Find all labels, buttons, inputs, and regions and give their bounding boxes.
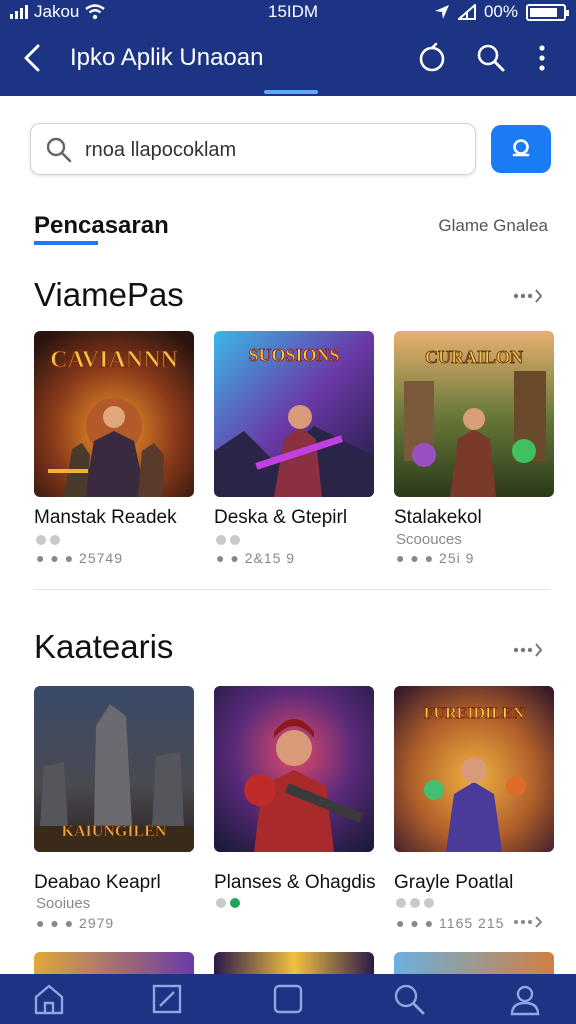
game-thumbnail[interactable]: CURAILON	[394, 331, 554, 497]
signal-icon	[10, 5, 28, 19]
page-title: Ipko Aplik Unaoan	[70, 44, 264, 71]
more-vert-icon[interactable]	[526, 40, 560, 76]
home-icon[interactable]	[32, 982, 66, 1016]
game-thumbnail[interactable]	[214, 686, 374, 852]
tab-link[interactable]: Glame Gnalea	[438, 216, 548, 236]
back-arrow-icon[interactable]	[18, 40, 48, 76]
search-icon[interactable]	[474, 40, 508, 76]
game-thumbnail[interactable]	[214, 952, 374, 976]
search-input[interactable]	[85, 132, 465, 168]
card-meta: ● ● 2&15 9	[216, 550, 296, 566]
search-icon[interactable]	[392, 982, 426, 1016]
more-arrow-icon[interactable]	[512, 640, 544, 660]
more-arrow-icon[interactable]	[512, 286, 544, 306]
thumbnail-title: CURAILON	[425, 347, 523, 367]
card-title[interactable]: Stalakekol	[394, 507, 482, 529]
location-icon	[434, 5, 449, 19]
game-thumbnail[interactable]	[394, 952, 554, 976]
game-thumbnail[interactable]: CAVIANNN	[34, 331, 194, 497]
game-thumbnail[interactable]: FUREIDILEN	[394, 686, 554, 852]
wifi-icon	[85, 4, 106, 20]
rating-dots	[396, 898, 434, 908]
tab-active[interactable]: Pencasaran	[34, 212, 169, 240]
game-thumbnail[interactable]: KAIUNGILEN	[34, 686, 194, 852]
card-title[interactable]: Deabao Keaprl	[34, 872, 161, 894]
card-title[interactable]: Manstak Readek	[34, 507, 177, 529]
card-title[interactable]: Deska & Gtepirl	[214, 507, 347, 529]
game-thumbnail[interactable]	[34, 952, 194, 976]
bottom-nav	[0, 974, 576, 1024]
section-title: ViamePas	[34, 276, 184, 313]
search-icon	[46, 137, 72, 163]
more-arrow-icon[interactable]	[512, 914, 544, 930]
battery-percent: 00%	[483, 2, 518, 21]
thumbnail-title: KAIUNGILEN	[62, 823, 167, 840]
clock: 15IDM	[268, 2, 319, 21]
game-thumbnail[interactable]: SUOSIONS	[214, 331, 374, 497]
card-title[interactable]: Planses & Ohagdis	[214, 872, 376, 894]
section-divider	[34, 589, 550, 590]
thumbnail-title: SUOSIONS	[248, 345, 339, 365]
search-icon	[512, 139, 530, 157]
title-indicator	[264, 90, 318, 94]
rating-dots	[36, 535, 60, 545]
tab-indicator	[34, 241, 98, 245]
thumbnail-title: FUREIDILEN	[424, 705, 525, 722]
app-bar: Ipko Aplik Unaoan	[0, 24, 576, 96]
square-icon[interactable]	[271, 982, 305, 1016]
search-field[interactable]	[30, 123, 476, 175]
card-meta: ● ● ● 1165 215	[396, 915, 505, 931]
card-meta: ● ● ● 2979	[36, 915, 115, 931]
rating-dots	[216, 535, 240, 545]
status-bar: Jakou 15IDM 00%	[0, 0, 576, 24]
card-subtitle: Sooiues	[36, 895, 91, 912]
card-title[interactable]: Grayle Poatlal	[394, 872, 513, 894]
card-meta: ● ● ● 25i 9	[396, 550, 475, 566]
refresh-icon[interactable]	[415, 40, 449, 76]
carrier-label: Jakou	[34, 2, 80, 21]
edit-square-icon[interactable]	[150, 982, 184, 1016]
thumbnail-title: CAVIANNN	[50, 347, 178, 373]
cell-signal-icon	[457, 4, 476, 20]
search-button[interactable]	[491, 125, 551, 173]
battery-icon	[526, 3, 569, 21]
section-title: Kaatearis	[34, 628, 174, 665]
card-subtitle: Scoouces	[396, 531, 462, 548]
profile-icon[interactable]	[508, 982, 542, 1016]
card-meta: ● ● ● 25749	[36, 550, 123, 566]
rating-dots	[216, 898, 240, 908]
